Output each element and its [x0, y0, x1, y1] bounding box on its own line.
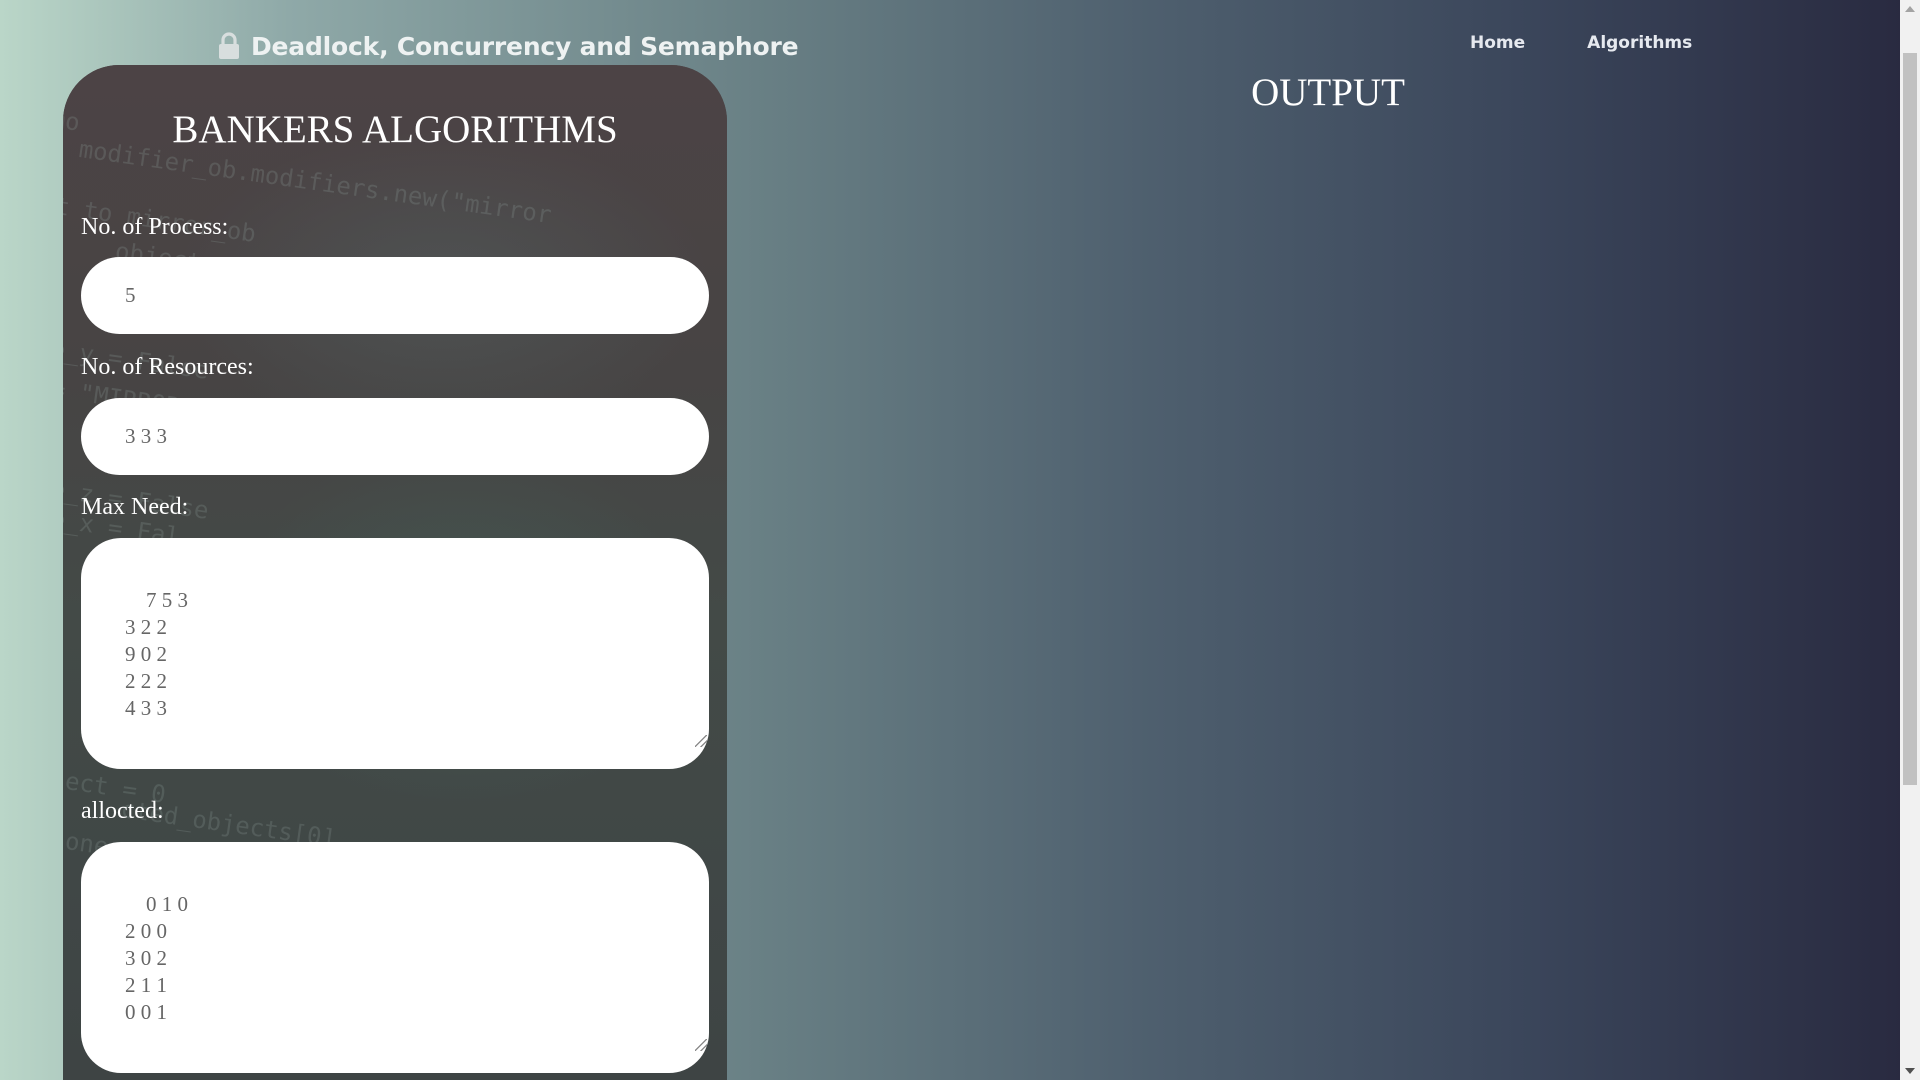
resize-grip-icon[interactable] — [695, 1039, 707, 1051]
resources-input[interactable] — [81, 398, 709, 475]
form-title: BANKERS ALGORITHMS — [172, 108, 618, 151]
allocated-textarea[interactable]: 0 1 0 2 0 0 3 0 2 2 1 1 0 0 1 — [81, 842, 709, 1073]
brand-title: Deadlock, Concurrency and Semaphore — [251, 31, 799, 61]
scroll-down-arrow-icon[interactable] — [1905, 1068, 1915, 1074]
resize-grip-icon[interactable] — [695, 735, 707, 747]
scroll-up-arrow-icon[interactable] — [1905, 6, 1915, 12]
navbar-brand[interactable]: Deadlock, Concurrency and Semaphore — [217, 26, 799, 66]
bankers-input-card: mo modifier_ob.modifiers.new("mirror rt … — [63, 65, 727, 1080]
main-nav: Home Algorithms — [1462, 30, 1700, 56]
nav-link-algorithms[interactable]: Algorithms — [1579, 30, 1700, 56]
process-count-input[interactable] — [81, 257, 709, 334]
nav-link-home[interactable]: Home — [1462, 30, 1533, 56]
output-title: OUTPUT — [1251, 71, 1405, 114]
max-need-textarea[interactable]: 7 5 3 3 2 2 9 0 2 2 2 2 4 3 3 — [81, 538, 709, 769]
process-label: No. of Process: — [81, 214, 229, 240]
max-need-label: Max Need: — [81, 494, 189, 520]
scrollbar-thumb[interactable] — [1903, 53, 1917, 785]
resources-label: No. of Resources: — [81, 354, 254, 380]
lock-icon — [219, 32, 239, 59]
allocated-label: allocted: — [81, 798, 164, 824]
page-scrollbar[interactable] — [1900, 0, 1920, 1080]
max-need-value: 7 5 3 3 2 2 9 0 2 2 2 2 4 3 3 — [125, 588, 188, 720]
allocated-value: 0 1 0 2 0 0 3 0 2 2 1 1 0 0 1 — [125, 892, 188, 1024]
